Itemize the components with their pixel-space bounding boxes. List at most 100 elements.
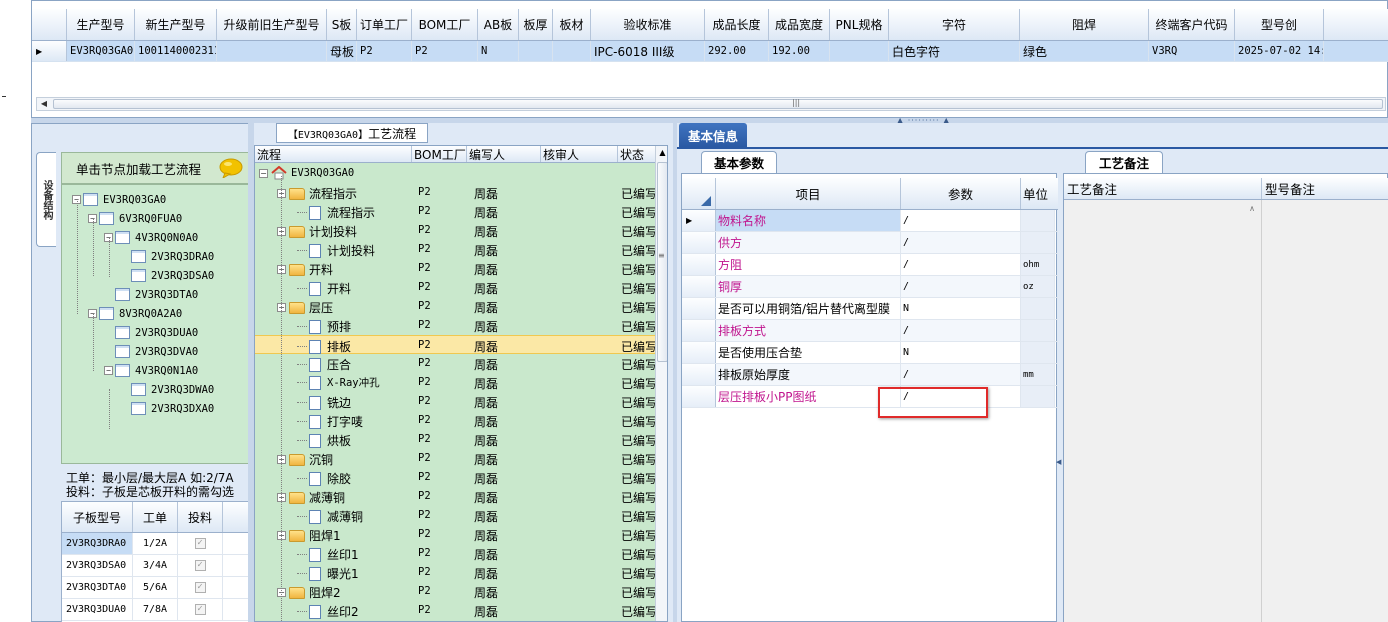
tab-basic-params[interactable]: 基本参数 xyxy=(701,151,777,173)
process-name-cell[interactable]: 计划投料 xyxy=(297,242,375,259)
col-sub-order[interactable]: 工单 xyxy=(133,502,178,532)
col-author[interactable]: 编写人 xyxy=(467,146,541,162)
sub-order-cell[interactable]: 7/8A xyxy=(133,599,178,620)
param-value-cell[interactable]: / xyxy=(901,232,1021,253)
process-name-cell[interactable]: − 阻焊2 xyxy=(277,584,341,601)
sub-board-row[interactable]: 2V3RQ3DRA0 1/2A ✓ xyxy=(62,533,249,555)
tree-node[interactable]: 2V3RQ3DXA0 xyxy=(120,400,214,417)
col-param[interactable]: 参数 xyxy=(901,178,1021,209)
process-name-cell[interactable]: − 流程指示 xyxy=(277,185,357,202)
tree-node[interactable]: −8V3RQ0A2A0 xyxy=(88,305,182,322)
param-unit-cell[interactable] xyxy=(1021,210,1055,231)
tree-node[interactable]: 2V3RQ3DVA0 xyxy=(104,343,198,360)
tab-basic-info[interactable]: 基本信息 xyxy=(679,123,747,147)
param-item-cell[interactable]: 物料名称 xyxy=(716,210,901,231)
grid-cell[interactable]: 292.00 xyxy=(705,41,769,61)
grid-cell[interactable]: P2 xyxy=(357,41,412,61)
process-name-cell[interactable]: 铣边 xyxy=(297,394,351,411)
sub-feed-cell[interactable]: ✓ xyxy=(178,577,223,598)
process-root-row[interactable]: − EV3RQ03GA0 xyxy=(255,164,655,183)
process-name-cell[interactable]: 排板 xyxy=(297,338,351,355)
process-name-cell[interactable]: 丝印1 xyxy=(297,546,359,563)
process-row[interactable]: 铣边 P2 周磊 已编写 xyxy=(255,392,655,411)
tree-node[interactable]: −4V3RQ0N0A0 xyxy=(104,229,198,246)
sub-model-cell[interactable]: 2V3RQ3DSA0 xyxy=(62,555,133,576)
process-row[interactable]: 计划投料 P2 周磊 已编写 xyxy=(255,240,655,259)
process-row[interactable]: − 减薄铜 P2 周磊 已编写 xyxy=(255,487,655,506)
process-note-cell[interactable]: ∧ xyxy=(1064,200,1262,622)
process-vertical-scrollbar[interactable]: ▲ ≡ xyxy=(655,146,667,621)
param-item-cell[interactable]: 铜厚 xyxy=(716,276,901,297)
param-item-cell[interactable]: 是否可以用铜箔/铝片替代离型膜 xyxy=(716,298,901,319)
process-row[interactable]: 流程指示 P2 周磊 已编写 xyxy=(255,202,655,221)
process-name-cell[interactable]: 预排 xyxy=(297,318,351,335)
col-bom-factory[interactable]: BOM工厂 xyxy=(412,146,467,162)
col-header[interactable]: 字符 xyxy=(889,9,1020,40)
col-header[interactable]: 生产型号 xyxy=(67,9,135,40)
param-unit-cell[interactable]: oz xyxy=(1021,276,1055,297)
col-reviewer[interactable]: 核审人 xyxy=(541,146,618,162)
param-row[interactable]: 排板原始厚度 / mm xyxy=(682,364,1058,386)
process-row[interactable]: 烘板 P2 周磊 已编写 xyxy=(255,430,655,449)
tree-node[interactable]: 2V3RQ3DSA0 xyxy=(120,267,214,284)
process-name-cell[interactable]: 打字唛 xyxy=(297,413,363,430)
col-header[interactable]: 成品长度 xyxy=(705,9,769,40)
col-process[interactable]: 流程 xyxy=(255,146,412,162)
col-header[interactable]: 成品宽度 xyxy=(769,9,830,40)
process-name-cell[interactable]: 减薄铜 xyxy=(297,508,363,525)
feed-checkbox[interactable]: ✓ xyxy=(194,604,206,615)
grid-cell[interactable]: EV3RQ03GA0 xyxy=(67,41,135,61)
tab-structure[interactable]: 设备结构 xyxy=(36,152,56,247)
process-name-cell[interactable]: − 层压 xyxy=(277,299,333,316)
process-name-cell[interactable]: 流程指示 xyxy=(297,204,375,221)
note-scroll-up-icon[interactable]: ∧ xyxy=(1249,204,1255,213)
col-header[interactable]: 板材 xyxy=(553,9,591,40)
process-name-cell[interactable]: − 阻焊1 xyxy=(277,527,341,544)
param-item-cell[interactable]: 排板原始厚度 xyxy=(716,364,901,385)
process-name-cell[interactable]: 压合 xyxy=(297,356,351,373)
grid-cell[interactable]: 10011400023117 xyxy=(135,41,217,61)
col-header[interactable]: 阻焊 xyxy=(1020,9,1149,40)
param-row[interactable]: 供方 / xyxy=(682,232,1058,254)
grid-cell[interactable]: 2025-07-02 14:49 xyxy=(1235,41,1324,61)
process-row[interactable]: 曝光1 P2 周磊 已编写 xyxy=(255,563,655,582)
col-header[interactable]: 板厚 xyxy=(519,9,553,40)
col-header[interactable]: 终端客户代码 xyxy=(1149,9,1235,40)
sub-model-cell[interactable]: 2V3RQ3DTA0 xyxy=(62,577,133,598)
sub-model-cell[interactable]: 2V3RQ3DUA0 xyxy=(62,599,133,620)
param-unit-cell[interactable] xyxy=(1021,386,1055,407)
grid-cell[interactable]: IPC-6018 III级 xyxy=(591,41,705,61)
feed-checkbox[interactable]: ✓ xyxy=(194,538,206,549)
feed-checkbox[interactable]: ✓ xyxy=(194,560,206,571)
grid-cell[interactable] xyxy=(553,41,591,61)
sub-board-row[interactable]: 2V3RQ3DTA0 5/6A ✓ xyxy=(62,577,249,599)
param-row[interactable]: 是否可以用铜箔/铝片替代离型膜 N xyxy=(682,298,1058,320)
process-row[interactable]: − 沉铜 P2 周磊 已编写 xyxy=(255,449,655,468)
param-unit-cell[interactable]: mm xyxy=(1021,364,1055,385)
process-row[interactable]: − 计划投料 P2 周磊 已编写 xyxy=(255,221,655,240)
process-name-cell[interactable]: 曝光1 xyxy=(297,565,359,582)
tree-node[interactable]: 2V3RQ3DTA0 xyxy=(104,286,198,303)
scrollbar-thumb[interactable] xyxy=(657,162,667,362)
param-row[interactable]: 方阻 / ohm xyxy=(682,254,1058,276)
sub-feed-cell[interactable]: ✓ xyxy=(178,555,223,576)
param-unit-cell[interactable] xyxy=(1021,232,1055,253)
process-row[interactable]: 排板 P2 周磊 已编写 xyxy=(255,335,655,354)
tab-process-notes[interactable]: 工艺备注 xyxy=(1085,151,1163,173)
tree-node[interactable]: − EV3RQ03GA0 xyxy=(72,191,166,208)
scrollbar-thumb[interactable] xyxy=(53,99,1383,109)
process-row[interactable]: 除胶 P2 周磊 已编写 xyxy=(255,468,655,487)
param-value-cell[interactable]: / xyxy=(901,320,1021,341)
param-item-cell[interactable]: 层压排板小PP图纸 xyxy=(716,386,901,407)
col-item[interactable]: 项目 xyxy=(716,178,901,209)
sub-board-row[interactable]: 2V3RQ3DSA0 3/4A ✓ xyxy=(62,555,249,577)
param-row[interactable]: 层压排板小PP图纸 / xyxy=(682,386,1058,408)
sub-feed-cell[interactable]: ✓ xyxy=(178,599,223,620)
process-row[interactable]: 预排 P2 周磊 已编写 xyxy=(255,316,655,335)
sub-order-cell[interactable]: 5/6A xyxy=(133,577,178,598)
col-process-note[interactable]: 工艺备注 xyxy=(1064,178,1262,199)
param-row[interactable]: 排板方式 / xyxy=(682,320,1058,342)
param-row[interactable]: 是否使用压合垫 N xyxy=(682,342,1058,364)
grid-cell[interactable]: P2 xyxy=(412,41,478,61)
tree-node[interactable]: −6V3RQ0FUA0 xyxy=(88,210,182,227)
